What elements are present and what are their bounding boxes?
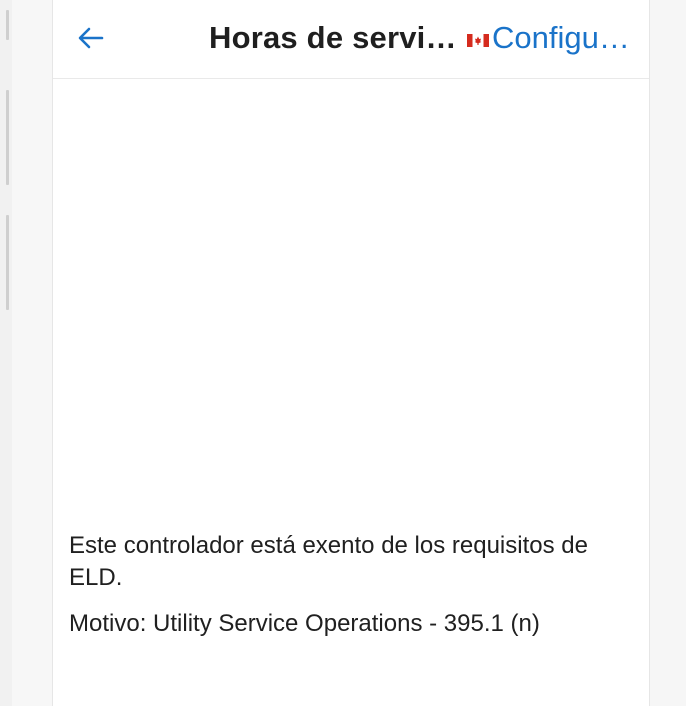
settings-link[interactable]: Configu… (467, 20, 630, 56)
device-edge (0, 0, 12, 706)
canada-flag-icon (467, 33, 489, 47)
device-side-button (6, 10, 9, 40)
device-side-button (6, 90, 9, 185)
exemption-info: Este controlador está exento de los requ… (69, 530, 639, 640)
back-button[interactable] (71, 18, 111, 58)
arrow-left-icon (78, 27, 104, 49)
device-side-button (6, 215, 9, 310)
left-gutter (12, 0, 52, 706)
navigation-header: Horas de servi… Configu… (53, 0, 649, 79)
page-title: Horas de servi… (209, 20, 457, 55)
right-edge (650, 0, 686, 706)
device-frame: Horas de servi… Configu… Este controlado… (0, 0, 686, 706)
settings-label: Configu… (492, 20, 630, 55)
exemption-reason: Motivo: Utility Service Operations - 395… (69, 610, 540, 637)
app-screen: Horas de servi… Configu… Este controlado… (52, 0, 650, 706)
exempt-message: Este controlador está exento de los requ… (69, 532, 588, 591)
